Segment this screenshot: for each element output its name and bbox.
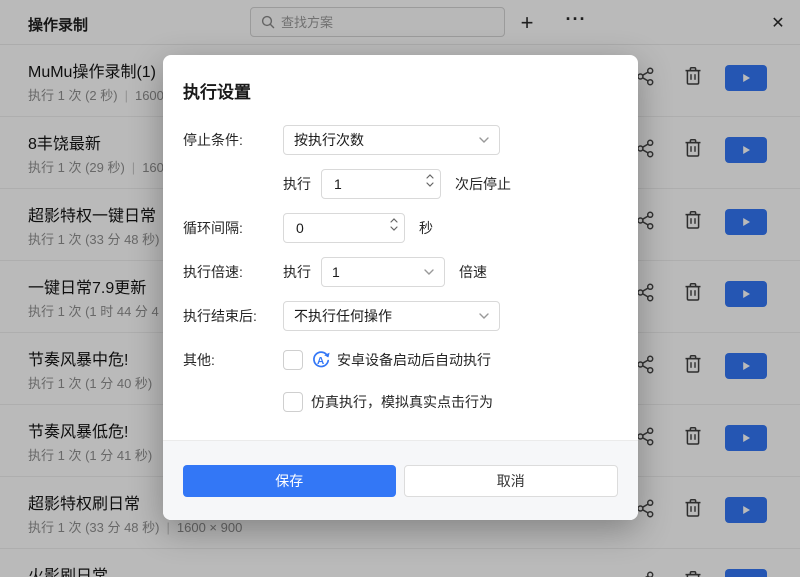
exec-count-stepper[interactable] (321, 169, 441, 199)
dialog-title: 执行设置 (183, 78, 251, 103)
after-exec-select[interactable]: 不执行任何操作 (283, 301, 500, 331)
simulate-row: 仿真执行，模拟真实点击行为 (183, 387, 618, 417)
execution-settings-dialog: 执行设置 停止条件: 按执行次数 执行 次后 (163, 55, 638, 520)
chevron-down-icon (424, 269, 434, 275)
loop-interval-input[interactable] (283, 213, 405, 243)
simulate-text: 仿真执行，模拟真实点击行为 (311, 392, 493, 412)
stop-condition-label: 停止条件: (183, 130, 283, 150)
save-button[interactable]: 保存 (183, 465, 396, 497)
speed-unit-label: 倍速 (459, 262, 487, 282)
stepper-arrows-icon[interactable] (426, 174, 434, 187)
android-restart-icon: A (311, 350, 331, 370)
after-exec-label: 执行结束后: (183, 306, 283, 326)
after-exec-value: 不执行任何操作 (294, 306, 392, 326)
other-label: 其他: (183, 350, 283, 370)
chevron-down-icon (479, 137, 489, 143)
simulate-checkbox[interactable] (283, 392, 303, 412)
exec-suffix-label: 次后停止 (455, 174, 511, 194)
dialog-footer: 保存 取消 (163, 440, 638, 520)
cancel-button[interactable]: 取消 (404, 465, 619, 497)
exec-count-row: 执行 次后停止 (183, 169, 618, 199)
speed-prefix-label: 执行 (283, 262, 311, 282)
chevron-down-icon (479, 313, 489, 319)
exec-prefix-label: 执行 (283, 174, 311, 194)
stop-condition-row: 停止条件: 按执行次数 (183, 125, 618, 155)
settings-form: 停止条件: 按执行次数 执行 次后停止 循 (183, 125, 618, 429)
speed-label: 执行倍速: (183, 262, 283, 282)
speed-row: 执行倍速: 执行 1 倍速 (183, 257, 618, 287)
loop-unit-label: 秒 (419, 218, 433, 238)
after-exec-row: 执行结束后: 不执行任何操作 (183, 301, 618, 331)
stop-condition-select[interactable]: 按执行次数 (283, 125, 500, 155)
auto-start-checkbox[interactable] (283, 350, 303, 370)
recording-manager-window: 操作录制 + ··· ✕ MuMu操作录制(1) 执行 1 次 (2 秒)|16… (0, 0, 800, 577)
speed-value: 1 (332, 264, 340, 280)
exec-count-input[interactable] (321, 169, 441, 199)
loop-interval-row: 循环间隔: 秒 (183, 213, 618, 243)
stop-condition-value: 按执行次数 (294, 130, 364, 150)
auto-start-row: 其他: A 安卓设备启动后自动执行 (183, 345, 618, 375)
loop-interval-label: 循环间隔: (183, 218, 283, 238)
stepper-arrows-icon[interactable] (390, 218, 398, 231)
auto-start-text: 安卓设备启动后自动执行 (337, 350, 491, 370)
svg-text:A: A (317, 356, 324, 367)
speed-select[interactable]: 1 (321, 257, 445, 287)
loop-interval-stepper[interactable] (283, 213, 405, 243)
